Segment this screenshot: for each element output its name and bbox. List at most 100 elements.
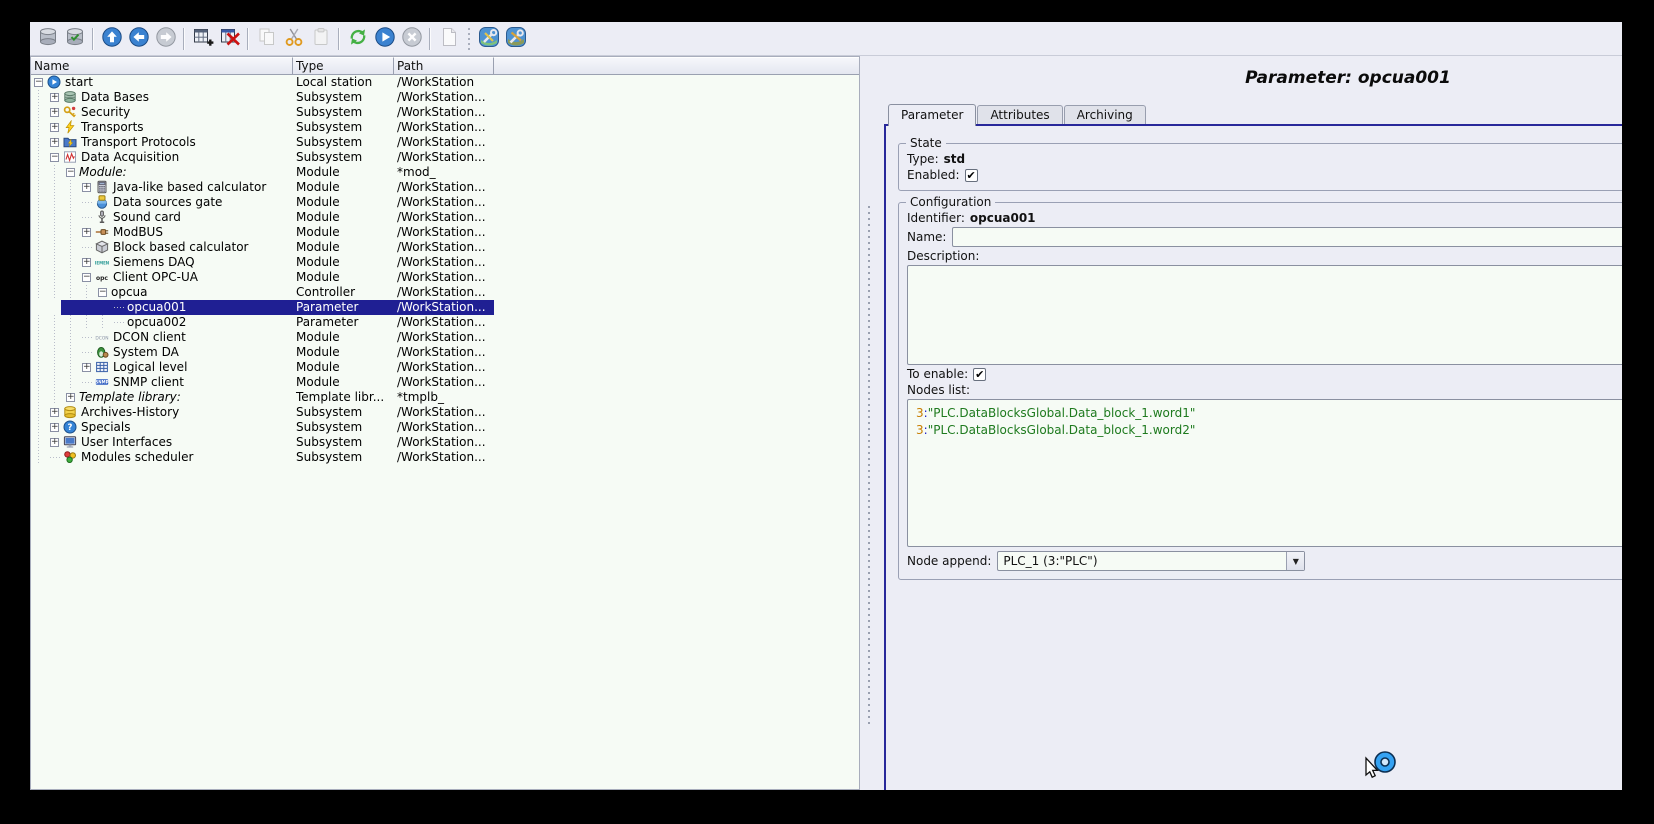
stop-button[interactable] (398, 25, 425, 52)
expand-icon[interactable]: + (50, 438, 59, 447)
copy-icon (256, 26, 278, 52)
tree-cell-path: /WorkStation... (394, 450, 494, 465)
expand-icon[interactable]: + (82, 183, 91, 192)
collapse-icon[interactable]: − (98, 288, 107, 297)
start-button[interactable] (371, 25, 398, 52)
expand-icon[interactable]: + (66, 393, 75, 402)
refresh-button[interactable] (344, 25, 371, 52)
logical-grid-icon (95, 360, 109, 374)
tree-row[interactable]: +TransportsSubsystem/WorkStation... (31, 120, 859, 135)
collapse-icon[interactable]: − (34, 78, 43, 87)
forward-button[interactable] (152, 25, 179, 52)
tree-row[interactable]: Sound cardModule/WorkStation... (31, 210, 859, 225)
tree-connector-line (114, 322, 124, 323)
tree-guide-line (54, 330, 55, 345)
up-level-button[interactable] (98, 25, 125, 52)
tree-guide-line (38, 270, 39, 285)
tree-row[interactable]: +ModBUSModule/WorkStation... (31, 225, 859, 240)
tree-header-name[interactable]: Name (31, 57, 293, 75)
copy-item-button[interactable] (253, 25, 280, 52)
forward-arrow-icon (155, 26, 177, 52)
tab-attributes[interactable]: Attributes (977, 105, 1062, 124)
tree-row[interactable]: +Archives-HistorySubsystem/WorkStation..… (31, 405, 859, 420)
tree-row[interactable]: −Module:Module*mod_ (31, 165, 859, 180)
waveform-icon (63, 150, 77, 164)
expand-icon[interactable]: + (50, 423, 59, 432)
nodes-list-editor[interactable]: 3:"PLC.DataBlocksGlobal.Data_block_1.wor… (907, 399, 1622, 547)
document-button[interactable] (435, 25, 462, 52)
panel-splitter[interactable] (860, 56, 878, 790)
tree-row[interactable]: +Data BasesSubsystem/WorkStation... (31, 90, 859, 105)
add-item-button[interactable] (189, 25, 216, 52)
tree-row[interactable]: opcua001Parameter/WorkStation... (31, 300, 859, 315)
expand-icon[interactable]: + (82, 363, 91, 372)
tree-row[interactable]: +Transport ProtocolsSubsystem/WorkStatio… (31, 135, 859, 150)
tree-row[interactable]: Modules schedulerSubsystem/WorkStation..… (31, 450, 859, 465)
tree-row[interactable]: −Data AcquisitionSubsystem/WorkStation..… (31, 150, 859, 165)
tree-cell-name: System DA (31, 345, 293, 360)
tree-row[interactable]: +SIEMENSSiemens DAQModule/WorkStation... (31, 255, 859, 270)
expand-icon[interactable]: + (50, 93, 59, 102)
tree-header-path[interactable]: Path (394, 57, 494, 75)
description-textarea[interactable] (907, 265, 1622, 365)
back-button[interactable] (125, 25, 152, 52)
tree-row[interactable]: DCONDCON clientModule/WorkStation... (31, 330, 859, 345)
enabled-checkbox[interactable] (965, 169, 978, 182)
tree-guide-line (54, 375, 55, 390)
tree-cell-type: Template libr... (293, 390, 394, 405)
collapse-icon[interactable]: − (66, 168, 75, 177)
cut-item-button[interactable] (280, 25, 307, 52)
tree-row[interactable]: −opcClient OPC-UAModule/WorkStation... (31, 270, 859, 285)
chevron-down-icon[interactable]: ▼ (1286, 552, 1304, 570)
tab-archiving[interactable]: Archiving (1064, 105, 1146, 124)
paste-item-button[interactable] (307, 25, 334, 52)
tree-guide-line (38, 195, 39, 210)
tree-row[interactable]: Data sources gateModule/WorkStation... (31, 195, 859, 210)
tree-row[interactable]: +?SpecialsSubsystem/WorkStation... (31, 420, 859, 435)
tree-row[interactable]: +Template library:Template libr...*tmplb… (31, 390, 859, 405)
expand-icon[interactable]: + (82, 228, 91, 237)
expand-icon[interactable]: + (50, 108, 59, 117)
tree-guide-line (38, 225, 39, 240)
load-from-db-button[interactable] (34, 25, 61, 52)
qtstarter-ui-button[interactable] (502, 25, 529, 52)
tree-row[interactable]: SNMPSNMP clientModule/WorkStation... (31, 375, 859, 390)
expand-icon[interactable]: + (50, 123, 59, 132)
tree-cell-path: /WorkStation... (394, 285, 494, 300)
up-arrow-icon (101, 26, 123, 52)
tree-row[interactable]: System DAModule/WorkStation... (31, 345, 859, 360)
tree-row[interactable]: Block based calculatorModule/WorkStation… (31, 240, 859, 255)
collapse-icon[interactable]: − (82, 273, 91, 282)
collapse-icon[interactable]: − (50, 153, 59, 162)
tab-parameter[interactable]: Parameter (888, 104, 976, 126)
tree-row[interactable]: −opcuaController/WorkStation... (31, 285, 859, 300)
monitor-icon (63, 435, 77, 449)
tree-row[interactable]: +SecuritySubsystem/WorkStation... (31, 105, 859, 120)
tree-guide-line (38, 210, 39, 225)
expand-icon[interactable]: + (82, 258, 91, 267)
tree-cell-path: /WorkStation... (394, 225, 494, 240)
tree-cell-type: Module (293, 360, 394, 375)
qtstarter-config-button[interactable] (475, 25, 502, 52)
tree-item-label: opcua002 (127, 315, 186, 330)
name-input[interactable] (952, 227, 1622, 247)
tree-row[interactable]: opcua002Parameter/WorkStation... (31, 315, 859, 330)
tree-header-type[interactable]: Type (293, 57, 394, 75)
save-to-db-button[interactable] (61, 25, 88, 52)
tree-cell-type: Module (293, 195, 394, 210)
tree-row[interactable]: +User InterfacesSubsystem/WorkStation... (31, 435, 859, 450)
delete-item-button[interactable] (216, 25, 243, 52)
delete-item-icon (219, 26, 241, 52)
tree-cell-name: opcua001 (31, 300, 293, 315)
expand-icon[interactable]: + (50, 138, 59, 147)
tree-row[interactable]: −startLocal station/WorkStation (31, 75, 859, 90)
start-circle-icon (374, 26, 396, 52)
tree-cell-name: Block based calculator (31, 240, 293, 255)
node-append-select[interactable]: PLC_1 (3:"PLC") ▼ (997, 551, 1305, 571)
expand-icon[interactable]: + (50, 408, 59, 417)
tree-row[interactable]: +Logical levelModule/WorkStation... (31, 360, 859, 375)
tree-cell-path: /WorkStation (394, 75, 494, 90)
tree-guide-line (54, 360, 55, 375)
tree-row[interactable]: +Java-like based calculatorModule/WorkSt… (31, 180, 859, 195)
to-enable-checkbox[interactable] (973, 368, 986, 381)
